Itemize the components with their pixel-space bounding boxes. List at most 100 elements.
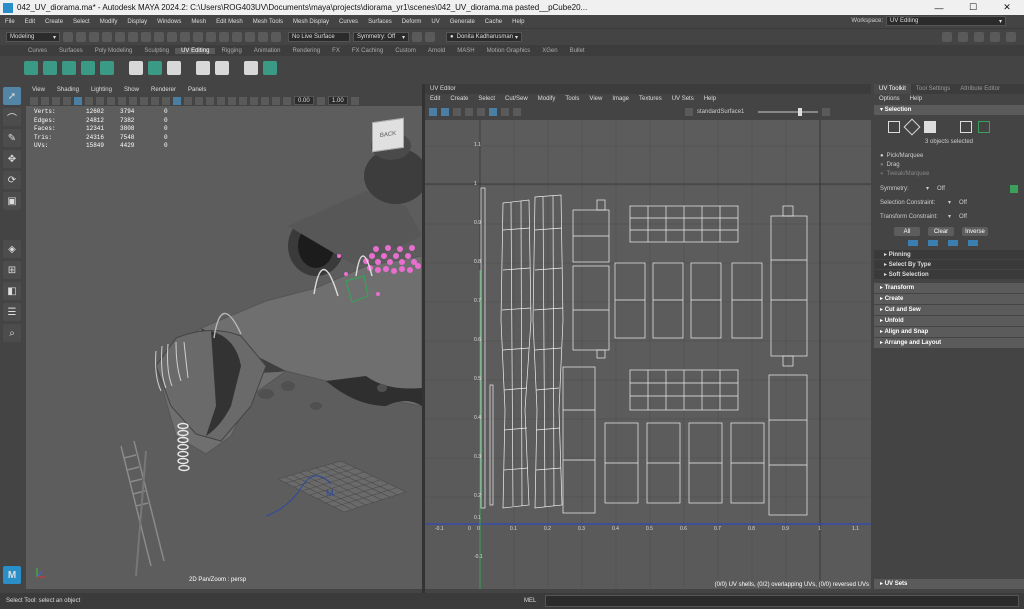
select-tool-icon[interactable]: ➚	[3, 87, 21, 105]
undo-icon[interactable]	[102, 32, 112, 42]
uv-menu-textures[interactable]: Textures	[634, 96, 667, 102]
menu-cache[interactable]: Cache	[480, 19, 507, 25]
camera-based-map-icon[interactable]	[100, 61, 114, 75]
rotate-tool-icon[interactable]: ⟳	[3, 171, 21, 189]
uv-set-icon[interactable]	[685, 108, 693, 116]
select-clear-button[interactable]: Clear	[928, 227, 954, 236]
uv-menu-select[interactable]: Select	[473, 96, 500, 102]
attribute-editor-icon[interactable]	[974, 32, 984, 42]
screen-space-ao-icon[interactable]	[195, 96, 203, 105]
outliner-icon[interactable]	[1006, 32, 1016, 42]
tweak-marquee-option[interactable]: ● Tweak/Marquee	[874, 169, 1024, 178]
shelf-tab-arnold[interactable]: Arnold	[422, 48, 451, 54]
tab-tool-settings[interactable]: Tool Settings	[911, 84, 955, 94]
workspace-dropdown[interactable]: UV Editing ▾	[886, 16, 1006, 26]
gamma-icon[interactable]	[317, 96, 325, 105]
view-cube[interactable]: BACK	[372, 117, 404, 153]
open-scene-icon[interactable]	[76, 32, 86, 42]
symmetry-dropdown[interactable]: Symmetry: Off ▾	[353, 32, 409, 42]
camera-attributes-icon[interactable]	[30, 96, 38, 105]
select-shell-icon[interactable]	[968, 240, 978, 246]
uv-menu-modify[interactable]: Modify	[533, 96, 561, 102]
uv-shade-icon[interactable]	[465, 108, 473, 116]
uv-shell-icon[interactable]	[429, 108, 437, 116]
menu-create[interactable]: Create	[40, 19, 68, 25]
exposure-icon[interactable]	[283, 96, 291, 105]
perspective-viewport[interactable]: M BACK Verts: 12602 3794 0 Edges: 24812 …	[26, 106, 422, 589]
vp-menu-lighting[interactable]: Lighting	[85, 87, 118, 93]
menu-mesh[interactable]: Mesh	[186, 19, 211, 25]
vp-menu-panels[interactable]: Panels	[182, 87, 212, 93]
uv-menu-create[interactable]: Create	[445, 96, 473, 102]
exposure-field[interactable]: 0.00	[294, 96, 314, 105]
menu-uv[interactable]: UV	[426, 19, 444, 25]
selection-constraint-value[interactable]: Off	[959, 200, 967, 206]
menu-edit-mesh[interactable]: Edit Mesh	[211, 19, 248, 25]
shelf-tab-curves[interactable]: Curves	[22, 48, 53, 54]
create-section[interactable]: ▸ Create	[874, 294, 1024, 304]
shadows-icon[interactable]	[184, 96, 192, 105]
xray-components-icon[interactable]	[272, 96, 280, 105]
menu-mesh-display[interactable]: Mesh Display	[288, 19, 334, 25]
shelf-tab-fx-caching[interactable]: FX Caching	[346, 48, 389, 54]
redo-icon[interactable]	[115, 32, 125, 42]
depth-of-field-icon[interactable]	[228, 96, 236, 105]
planar-map-icon[interactable]	[24, 61, 38, 75]
menu-select[interactable]: Select	[68, 19, 95, 25]
menu-curves[interactable]: Curves	[334, 19, 363, 25]
menuset-dropdown[interactable]: Modeling ▾	[6, 32, 60, 42]
wireframe-icon[interactable]	[129, 96, 137, 105]
chevron-down-icon[interactable]: ▾	[948, 213, 951, 220]
pinning-subsection[interactable]: ▸ Pinning	[874, 250, 1024, 260]
render-settings-icon[interactable]	[271, 32, 281, 42]
shelf-tab-fx[interactable]: FX	[326, 48, 346, 54]
use-all-lights-icon[interactable]	[173, 96, 181, 105]
chevron-down-icon[interactable]: ▾	[948, 199, 951, 206]
snap-surface-icon[interactable]	[219, 32, 229, 42]
uv-reset-icon[interactable]	[822, 108, 831, 116]
edge-mode-icon[interactable]	[903, 118, 921, 136]
camera-icon[interactable]	[425, 32, 435, 42]
slider-handle[interactable]	[798, 108, 803, 116]
tool-settings-icon[interactable]	[990, 32, 1000, 42]
uv-mode-icon[interactable]	[960, 121, 972, 133]
move-tool-icon[interactable]: ✥	[3, 150, 21, 168]
search-icon[interactable]: ⌕	[3, 324, 21, 342]
menu-file[interactable]: File	[0, 19, 20, 25]
uv-menu-view[interactable]: View	[584, 96, 607, 102]
uv-shell-mode-icon[interactable]	[978, 121, 990, 133]
cut-uv-icon[interactable]	[129, 61, 143, 75]
motion-blur-icon[interactable]	[206, 96, 214, 105]
ipr-render-icon[interactable]	[258, 32, 268, 42]
checker-icon[interactable]	[244, 61, 258, 75]
shelf-tab-xgen[interactable]: XGen	[536, 48, 563, 54]
pick-marquee-option[interactable]: ● Pick/Marquee	[874, 151, 1024, 160]
textured-icon[interactable]	[162, 96, 170, 105]
tab-attribute-editor[interactable]: Attribute Editor	[955, 84, 1005, 94]
align-and-snap-section[interactable]: ▸ Align and Snap	[874, 327, 1024, 337]
shelf-tab-mash[interactable]: MASH	[451, 48, 480, 54]
new-scene-icon[interactable]	[63, 32, 73, 42]
select-shell-border-icon[interactable]	[948, 240, 958, 246]
uv-filter-icon[interactable]	[513, 108, 521, 116]
image-plane-icon[interactable]	[52, 96, 60, 105]
snap-point-icon[interactable]	[193, 32, 203, 42]
user-account-dropdown[interactable]: ● Donita Kadharusman ▾	[446, 32, 522, 42]
soft-selection-subsection[interactable]: ▸ Soft Selection	[874, 270, 1024, 280]
auto-map-icon[interactable]	[81, 61, 95, 75]
cylindrical-map-icon[interactable]	[43, 61, 57, 75]
save-scene-icon[interactable]	[89, 32, 99, 42]
shelf-tab-rendering[interactable]: Rendering	[286, 48, 326, 54]
shelf-tab-custom[interactable]: Custom	[389, 48, 422, 54]
uv-menu-tools[interactable]: Tools	[560, 96, 584, 102]
xray-joints-icon[interactable]	[261, 96, 269, 105]
uv-exposure-slider[interactable]	[758, 108, 819, 116]
menu-modify[interactable]: Modify	[95, 19, 123, 25]
safe-action-icon[interactable]	[118, 96, 126, 105]
vertex-mode-icon[interactable]	[888, 121, 900, 133]
command-line-input[interactable]	[545, 595, 1019, 607]
color-management-icon[interactable]	[351, 96, 359, 105]
grow-selection-icon[interactable]	[928, 240, 938, 246]
script-language-label[interactable]: MEL	[524, 598, 536, 604]
menu-mesh-tools[interactable]: Mesh Tools	[248, 19, 288, 25]
